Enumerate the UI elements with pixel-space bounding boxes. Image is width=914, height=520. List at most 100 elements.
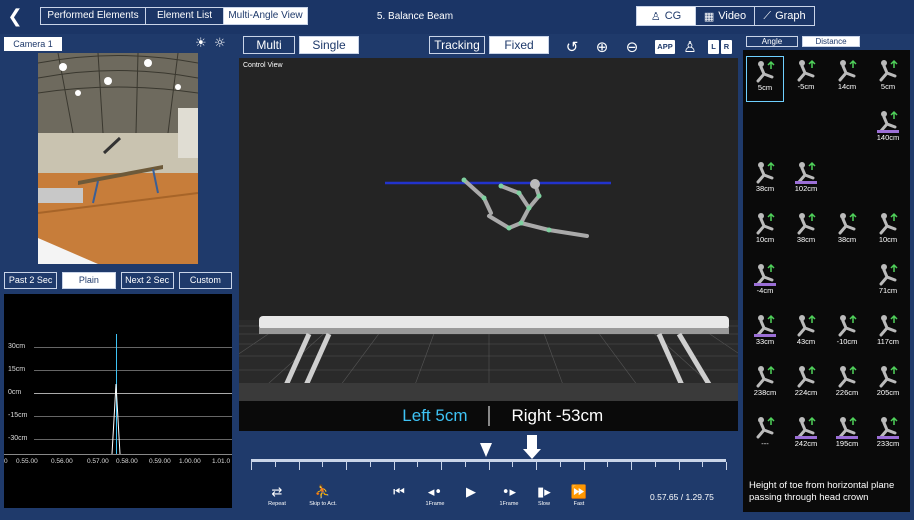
start-marker[interactable] (480, 443, 492, 457)
y-tick-label: 15cm (8, 366, 26, 373)
gymnast-pose-icon (797, 212, 816, 235)
zoom-out-icon[interactable]: ⊖ (621, 36, 643, 58)
timeline-tick (298, 462, 300, 470)
element-tile[interactable]: 195cm (828, 413, 866, 459)
element-tile[interactable]: -10cm (828, 311, 866, 357)
gymnast-pose-icon (838, 314, 857, 337)
element-tile[interactable]: 14cm (828, 56, 866, 102)
timeline-tick (322, 462, 324, 467)
element-tile[interactable]: 242cm (787, 413, 825, 459)
element-tile[interactable]: 224cm (787, 362, 825, 408)
element-value: -5cm (797, 82, 815, 91)
tab-distance[interactable]: Distance (802, 36, 860, 47)
zoom-in-icon[interactable]: ⊕ (591, 36, 613, 58)
camera-select[interactable]: Camera 1 (4, 37, 62, 51)
element-tile[interactable]: 10cm (869, 209, 907, 255)
element-value: 195cm (835, 439, 859, 448)
element-tile[interactable]: --- (746, 413, 784, 459)
element-tile[interactable]: 38cm (828, 209, 866, 255)
element-tile[interactable]: 233cm (869, 413, 907, 459)
gymnast-pose-icon (756, 161, 775, 184)
plain-button[interactable]: Plain (62, 272, 116, 289)
element-tile[interactable]: 5cm (869, 56, 907, 102)
x-axis (4, 454, 232, 455)
tab-element-list[interactable]: Element List (146, 8, 224, 24)
frame-forward-icon: •▸ (501, 485, 517, 500)
distance-readout: Left 5cm Right -53cm (239, 401, 738, 431)
reset-view-icon[interactable]: ↺ (561, 36, 583, 58)
element-tile[interactable]: 33cm (746, 311, 784, 357)
element-tile[interactable]: 226cm (828, 362, 866, 408)
tab-angle[interactable]: Angle (746, 36, 798, 47)
element-tile[interactable]: 5cm (746, 56, 784, 102)
camera-video (38, 53, 198, 264)
view-video-button[interactable]: ▦ Video (696, 7, 755, 25)
play-button[interactable]: ▶ (451, 485, 491, 500)
element-value: 226cm (835, 388, 859, 397)
gymnast-pose-icon (797, 59, 816, 82)
slow-button[interactable]: ▮▸ Slow (524, 485, 564, 507)
element-tile[interactable]: 102cm (787, 158, 825, 204)
frame-back-button[interactable]: ◂• 1Frame (415, 485, 455, 507)
control-view-3d[interactable]: Control View (239, 58, 738, 401)
tab-performed-elements[interactable]: Performed Elements (41, 8, 146, 24)
brightness-up-icon[interactable]: ☀ (195, 36, 207, 51)
element-value: 205cm (876, 388, 900, 397)
single-button[interactable]: Single (299, 36, 359, 54)
skip-to-act-button[interactable]: ⛹ Skip to Act. (303, 485, 343, 507)
element-tile[interactable]: 140cm (869, 107, 907, 153)
past-2-sec-button[interactable]: Past 2 Sec (4, 272, 58, 289)
app-badge[interactable]: APP (655, 40, 675, 54)
left-side-badge[interactable]: L (708, 40, 719, 54)
left-distance-value: Left 5cm (402, 406, 468, 425)
element-tile[interactable]: 205cm (869, 362, 907, 408)
element-tile[interactable]: -4cm (746, 260, 784, 306)
timeline-tick (346, 462, 347, 470)
timeline-tick (441, 462, 442, 470)
repeat-button[interactable]: ⇄ Repeat (257, 485, 297, 507)
element-value: 38cm (796, 235, 816, 244)
timeline-tick (536, 462, 537, 470)
element-tile[interactable]: 38cm (787, 209, 825, 255)
frame-forward-button[interactable]: •▸ 1Frame (489, 485, 529, 507)
view-switcher: ♙ CG ▦ Video ⟋ Graph (636, 6, 815, 26)
view-cg-button[interactable]: ♙ CG (637, 7, 696, 25)
gridline (34, 347, 232, 348)
element-value: 224cm (794, 388, 818, 397)
playhead[interactable] (522, 435, 541, 459)
element-value: 5cm (880, 82, 896, 91)
element-tile[interactable]: 238cm (746, 362, 784, 408)
multi-button[interactable]: Multi (243, 36, 295, 54)
tracking-button[interactable]: Tracking (429, 36, 485, 54)
slow-icon: ▮▸ (537, 485, 551, 500)
fast-button[interactable]: ⏩ Fast (559, 485, 599, 507)
element-description: Height of toe from horizontal plane pass… (743, 478, 910, 512)
element-tile[interactable]: 71cm (869, 260, 907, 306)
element-tile[interactable]: 117cm (869, 311, 907, 357)
view-graph-button[interactable]: ⟋ Graph (755, 7, 814, 25)
element-tile[interactable]: -5cm (787, 56, 825, 102)
next-2-sec-button[interactable]: Next 2 Sec (120, 272, 174, 289)
back-button[interactable]: ❮ (4, 4, 26, 28)
element-tile[interactable]: 38cm (746, 158, 784, 204)
element-value: -4cm (756, 286, 774, 295)
gymnast-pose-icon (877, 416, 899, 439)
skip-back-button[interactable]: ⏮ (379, 485, 419, 500)
gymnast-pose-icon (879, 263, 898, 286)
scene-3d (239, 177, 738, 401)
skeleton-icon[interactable]: ♙ (679, 36, 701, 58)
element-value: 10cm (878, 235, 898, 244)
element-tile[interactable]: 43cm (787, 311, 825, 357)
brightness-down-icon[interactable]: ☼ (214, 36, 226, 51)
element-tile[interactable]: 10cm (746, 209, 784, 255)
repeat-icon: ⇄ (271, 485, 283, 500)
element-value: -10cm (836, 337, 858, 346)
custom-button[interactable]: Custom (178, 272, 232, 289)
gymnast-pose-icon (754, 263, 776, 286)
playhead-handle (526, 435, 537, 449)
right-side-badge[interactable]: R (721, 40, 732, 54)
gymnast-pose-icon (756, 212, 775, 235)
timeline-tick (559, 462, 561, 467)
tab-multi-angle-view[interactable]: Multi-Angle View (224, 8, 307, 24)
fixed-button[interactable]: Fixed (489, 36, 549, 54)
